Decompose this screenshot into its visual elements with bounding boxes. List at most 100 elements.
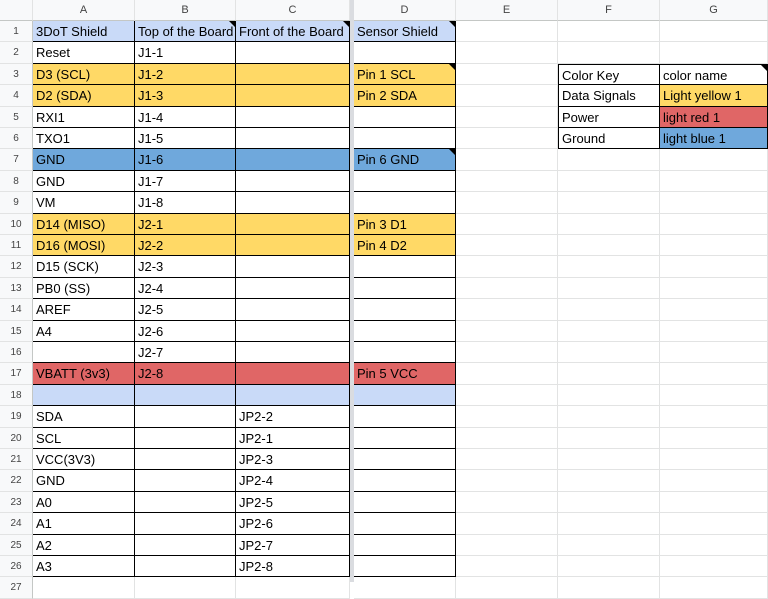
cell-e22[interactable] (456, 470, 558, 492)
cell-d4[interactable]: Pin 2 SDA (354, 85, 456, 107)
cell-g14[interactable] (660, 299, 768, 321)
cell-d20[interactable] (354, 428, 456, 449)
cell-e15[interactable] (456, 321, 558, 342)
row-header-14[interactable]: 14 (0, 299, 33, 321)
cell-d8[interactable] (354, 171, 456, 192)
cell-a11[interactable]: D16 (MOSI) (33, 235, 135, 256)
cell-d19[interactable] (354, 406, 456, 428)
cell-a6[interactable]: TXO1 (33, 128, 135, 149)
cell-c5[interactable] (236, 107, 350, 128)
row-header-15[interactable]: 15 (0, 321, 33, 342)
cell-f20[interactable] (558, 428, 660, 449)
row-header-13[interactable]: 13 (0, 278, 33, 299)
cell-f7[interactable] (558, 149, 660, 171)
cell-a25[interactable]: A2 (33, 535, 135, 556)
cell-a7[interactable]: GND (33, 149, 135, 171)
cell-f22[interactable] (558, 470, 660, 492)
cell-b26[interactable] (135, 556, 236, 577)
cell-a16[interactable] (33, 342, 135, 363)
cell-a5[interactable]: RXI1 (33, 107, 135, 128)
cell-f26[interactable] (558, 556, 660, 577)
row-header-6[interactable]: 6 (0, 128, 33, 149)
row-header-7[interactable]: 7 (0, 149, 33, 171)
cell-g22[interactable] (660, 470, 768, 492)
row-header-19[interactable]: 19 (0, 406, 33, 428)
cell-b20[interactable] (135, 428, 236, 449)
row-header-11[interactable]: 11 (0, 235, 33, 256)
cell-f25[interactable] (558, 535, 660, 556)
cell-b25[interactable] (135, 535, 236, 556)
cell-g12[interactable] (660, 256, 768, 278)
row-header-26[interactable]: 26 (0, 556, 33, 577)
row-header-10[interactable]: 10 (0, 214, 33, 235)
column-header-d[interactable]: D (354, 0, 456, 21)
row-header-12[interactable]: 12 (0, 256, 33, 278)
color-key-value[interactable]: Light yellow 1 (660, 85, 768, 107)
cell-e5[interactable] (456, 107, 558, 128)
cell-c21[interactable]: JP2-3 (236, 449, 350, 470)
row-header-5[interactable]: 5 (0, 107, 33, 128)
cell-f11[interactable] (558, 235, 660, 256)
cell-c12[interactable] (236, 256, 350, 278)
column-header-c[interactable]: C (236, 0, 350, 21)
cell-g13[interactable] (660, 278, 768, 299)
cell-d2[interactable] (354, 42, 456, 64)
cell-c4[interactable] (236, 85, 350, 107)
cell-e16[interactable] (456, 342, 558, 363)
cell-a4[interactable]: D2 (SDA) (33, 85, 135, 107)
row-header-17[interactable]: 17 (0, 363, 33, 385)
cell-b11[interactable]: J2-2 (135, 235, 236, 256)
cell-c7[interactable] (236, 149, 350, 171)
cell-a12[interactable]: D15 (SCK) (33, 256, 135, 278)
cell-f13[interactable] (558, 278, 660, 299)
cell-d11[interactable]: Pin 4 D2 (354, 235, 456, 256)
cell-e6[interactable] (456, 128, 558, 149)
cell-e27[interactable] (456, 577, 558, 599)
row-header-20[interactable]: 20 (0, 428, 33, 449)
cell-a9[interactable]: VM (33, 192, 135, 214)
cell-e10[interactable] (456, 214, 558, 235)
cell-d17[interactable]: Pin 5 VCC (354, 363, 456, 385)
cell-g9[interactable] (660, 192, 768, 214)
cell-e23[interactable] (456, 492, 558, 513)
row-header-4[interactable]: 4 (0, 85, 33, 107)
column-header-a[interactable]: A (33, 0, 135, 21)
row-header-3[interactable]: 3 (0, 64, 33, 85)
cell-a18[interactable] (33, 385, 135, 406)
cell-a2[interactable]: Reset (33, 42, 135, 64)
cell-g26[interactable] (660, 556, 768, 577)
cell-f12[interactable] (558, 256, 660, 278)
cell-b23[interactable] (135, 492, 236, 513)
cell-e25[interactable] (456, 535, 558, 556)
cell-d18[interactable] (354, 385, 456, 406)
cell-b1[interactable]: Top of the Board (135, 21, 236, 42)
row-header-27[interactable]: 27 (0, 577, 33, 599)
cell-b8[interactable]: J1-7 (135, 171, 236, 192)
row-header-1[interactable]: 1 (0, 21, 33, 42)
cell-f14[interactable] (558, 299, 660, 321)
cell-c23[interactable]: JP2-5 (236, 492, 350, 513)
cell-c15[interactable] (236, 321, 350, 342)
cell-g23[interactable] (660, 492, 768, 513)
cell-c8[interactable] (236, 171, 350, 192)
cell-d10[interactable]: Pin 3 D1 (354, 214, 456, 235)
cell-d3[interactable]: Pin 1 SCL (354, 64, 456, 85)
cell-e4[interactable] (456, 85, 558, 107)
cell-a8[interactable]: GND (33, 171, 135, 192)
cell-a17[interactable]: VBATT (3v3) (33, 363, 135, 385)
cell-d24[interactable] (354, 513, 456, 535)
cell-c27[interactable] (236, 577, 350, 599)
cell-a15[interactable]: A4 (33, 321, 135, 342)
color-key-value[interactable]: color name (660, 64, 768, 85)
cell-c13[interactable] (236, 278, 350, 299)
cell-e14[interactable] (456, 299, 558, 321)
row-header-8[interactable]: 8 (0, 171, 33, 192)
cell-b18[interactable] (135, 385, 236, 406)
row-header-23[interactable]: 23 (0, 492, 33, 513)
cell-a23[interactable]: A0 (33, 492, 135, 513)
row-header-16[interactable]: 16 (0, 342, 33, 363)
cell-b16[interactable]: J2-7 (135, 342, 236, 363)
cell-c18[interactable] (236, 385, 350, 406)
cell-c24[interactable]: JP2-6 (236, 513, 350, 535)
cell-e2[interactable] (456, 42, 558, 64)
